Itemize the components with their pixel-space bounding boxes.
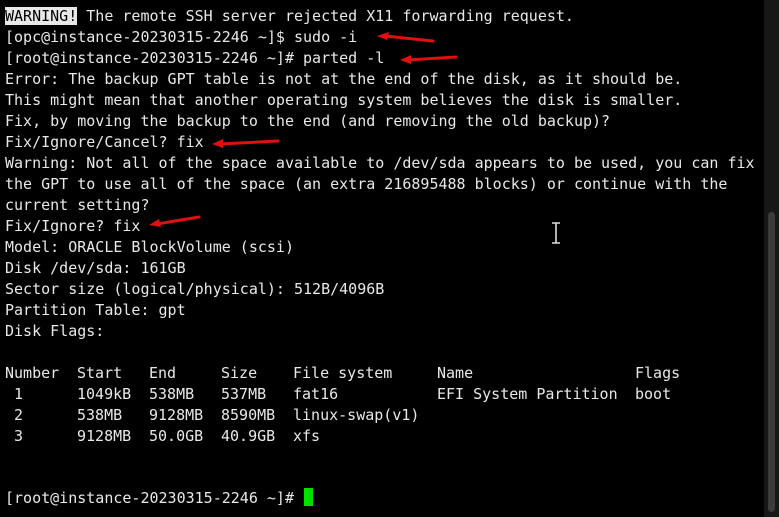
terminal-line: Fix/Ignore? fix: [5, 217, 141, 235]
cell-flags: boot: [635, 385, 672, 403]
cell-end: 9128MB: [149, 406, 204, 424]
cell-name: EFI System Partition: [437, 385, 618, 403]
shell-prompt: [root@instance-20230315-2246 ~]#: [5, 489, 304, 507]
cell-end: 50.0GB: [149, 427, 204, 445]
cell-size: 40.9GB: [221, 427, 276, 445]
cell-size: 537MB: [221, 385, 267, 403]
header-start: Start: [77, 364, 123, 382]
annotation-arrow-icon: [377, 32, 435, 43]
terminal-line: Fix/Ignore/Cancel? fix: [5, 133, 204, 151]
cell-number: 3: [14, 427, 24, 445]
cell-number: 2: [14, 406, 24, 424]
cell-number: 1: [14, 385, 24, 403]
header-flags: Flags: [635, 364, 681, 382]
terminal-line: Model: ORACLE BlockVolume (scsi): [5, 238, 294, 256]
header-name: Name: [437, 364, 474, 382]
cell-start: 9128MB: [77, 427, 132, 445]
cell-end: 538MB: [149, 385, 195, 403]
command-prompt-line[interactable]: [root@instance-20230315-2246 ~]#: [5, 488, 314, 508]
terminal-line: current setting?: [5, 196, 150, 214]
cell-start: 538MB: [77, 406, 123, 424]
text-cursor-ibeam-icon: [552, 222, 560, 244]
terminal-line: WARNING! The remote SSH server rejected …: [5, 6, 574, 26]
cell-file-system: fat16: [293, 385, 339, 403]
terminal-line: Sector size (logical/physical): 512B/409…: [5, 280, 385, 298]
terminal-line: Error: The backup GPT table is not at th…: [5, 70, 683, 88]
terminal-line: [root@instance-20230315-2246 ~]# parted …: [5, 49, 385, 67]
scrollbar-thumb[interactable]: [768, 212, 775, 512]
terminal-line: Warning: Not all of the space available …: [5, 154, 755, 172]
cell-file-system: xfs: [293, 427, 321, 445]
header-end: End: [149, 364, 177, 382]
terminal-line: Fix, by moving the backup to the end (an…: [5, 112, 611, 130]
terminal-window[interactable]: WARNING! The remote SSH server rejected …: [0, 0, 764, 517]
cell-file-system: linux-swap(v1): [293, 406, 420, 424]
terminal-line: This might mean that another operating s…: [5, 91, 683, 109]
header-file-system: File system: [293, 364, 393, 382]
header-number: Number: [5, 364, 60, 382]
terminal-line: Partition Table: gpt: [5, 301, 186, 319]
cell-start: 1049kB: [77, 385, 132, 403]
terminal-line: [opc@instance-20230315-2246 ~]$ sudo -i: [5, 28, 358, 46]
annotation-arrow-icon: [400, 55, 458, 64]
cell-size: 8590MB: [221, 406, 276, 424]
terminal-line: Disk /dev/sda: 161GB: [5, 259, 186, 277]
vertical-scrollbar[interactable]: [764, 0, 779, 517]
text-cursor: [304, 488, 314, 506]
terminal-line: Disk Flags:: [5, 322, 105, 340]
annotation-arrow-icon: [149, 215, 201, 227]
terminal-line: the GPT to use all of the space (an extr…: [5, 175, 728, 193]
warning-message: The remote SSH server rejected X11 forwa…: [77, 7, 574, 25]
header-size: Size: [221, 364, 258, 382]
warning-tag: WARNING!: [5, 7, 78, 25]
annotation-arrow-icon: [212, 139, 280, 148]
